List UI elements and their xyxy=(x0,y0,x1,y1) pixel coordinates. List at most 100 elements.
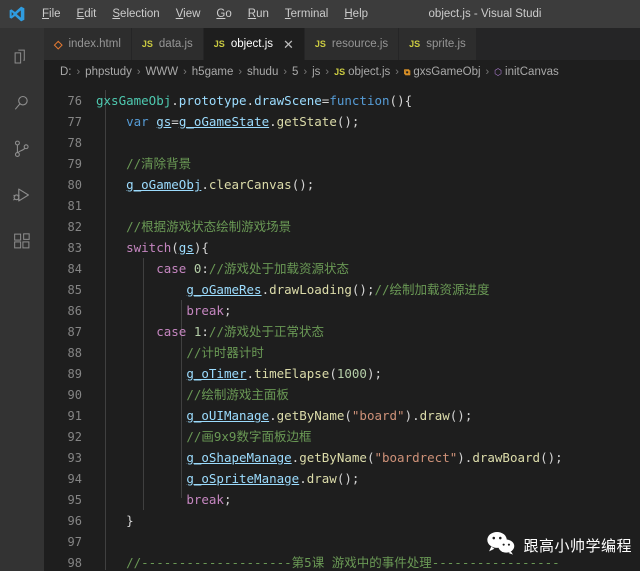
code-token: gs xyxy=(156,114,172,129)
code-line-content: case 0://游戏处于加载资源状态 xyxy=(96,261,349,276)
menu-terminal[interactable]: Terminal xyxy=(277,4,336,24)
tab-index-html[interactable]: ◇ index.html xyxy=(44,28,132,60)
tab-label: sprite.js xyxy=(426,38,466,50)
menu-go-rest: o xyxy=(225,8,232,20)
code-token: (); xyxy=(351,282,375,297)
vscode-logo-icon xyxy=(0,0,34,28)
breadcrumb-item-object-js[interactable]: JS object.js xyxy=(334,66,390,78)
run-debug-icon[interactable] xyxy=(0,172,44,218)
code-token: . xyxy=(299,471,307,486)
html-file-icon: ◇ xyxy=(54,38,63,51)
menu-selection[interactable]: Selection xyxy=(104,4,167,24)
breadcrumb-item-initcanvas[interactable]: ⬡ initCanvas xyxy=(494,66,559,78)
code-token: g_oTimer xyxy=(186,366,247,381)
line-number: 91 xyxy=(67,409,82,423)
activity-bar xyxy=(0,28,44,571)
code-token: : xyxy=(201,261,209,276)
code-line: 84 case 0://游戏处于加载资源状态 xyxy=(44,258,640,279)
line-number: 83 xyxy=(67,241,82,255)
menu-bar: File Edit Selection View Go Run Terminal… xyxy=(34,4,376,24)
breadcrumb-item-js[interactable]: js xyxy=(312,66,320,78)
breadcrumb-item-shudu[interactable]: shudu xyxy=(247,66,278,78)
breadcrumb-item-h5game[interactable]: h5game xyxy=(192,66,234,78)
code-line-content: g_oSpriteManage.draw(); xyxy=(96,471,359,486)
close-icon[interactable]: ✕ xyxy=(283,38,294,51)
code-line-content: break; xyxy=(96,303,231,318)
code-line: 89 g_oTimer.timeElapse(1000); xyxy=(44,363,640,384)
code-token: . xyxy=(246,366,255,381)
tab-object-js[interactable]: JS object.js ✕ xyxy=(203,28,305,60)
code-token: (); xyxy=(449,408,473,423)
breadcrumb-separator: › xyxy=(283,66,288,78)
code-token: g_oUIManage xyxy=(186,408,270,423)
menu-view[interactable]: View xyxy=(168,4,209,24)
code-token: . xyxy=(269,114,277,129)
code-line: 87 case 1://游戏处于正常状态 xyxy=(44,321,640,342)
code-token: (){ xyxy=(389,93,413,108)
menu-run[interactable]: Run xyxy=(240,4,277,24)
breadcrumb-label: gxsGameObj xyxy=(413,66,481,78)
code-line: 96 } xyxy=(44,510,640,531)
tab-bar: ◇ index.html JS data.js JS object.js ✕ J… xyxy=(44,28,640,60)
code-editor[interactable]: 76 gxsGameObj.prototype.drawScene=functio… xyxy=(44,84,640,571)
line-number: 82 xyxy=(67,220,82,234)
code-token: (); xyxy=(336,114,360,129)
menu-go[interactable]: Go xyxy=(208,4,239,24)
code-line-content: case 1://游戏处于正常状态 xyxy=(96,324,324,339)
js-file-icon: JS xyxy=(314,39,326,49)
code-token: drawBoard xyxy=(472,450,541,465)
tab-sprite-js[interactable]: JS sprite.js xyxy=(399,28,477,60)
tab-label: index.html xyxy=(68,38,121,50)
line-number: 78 xyxy=(67,136,82,150)
code-token: //--------------------第5课 游戏中的事件处理------… xyxy=(126,555,560,570)
code-token: switch xyxy=(126,240,172,255)
code-token: ; xyxy=(223,303,232,318)
code-token: . xyxy=(201,177,209,192)
tab-resource-js[interactable]: JS resource.js xyxy=(304,28,400,60)
line-number: 87 xyxy=(67,325,82,339)
tab-data-js[interactable]: JS data.js xyxy=(131,28,204,60)
title-bar: File Edit Selection View Go Run Terminal… xyxy=(0,0,640,28)
code-line: 98 //--------------------第5课 游戏中的事件处理---… xyxy=(44,552,640,571)
tab-label: object.js xyxy=(230,38,273,50)
menu-edit[interactable]: Edit xyxy=(69,4,105,24)
code-token: gxsGameObj xyxy=(96,93,172,108)
menu-file[interactable]: File xyxy=(34,4,69,24)
source-control-icon[interactable] xyxy=(0,126,44,172)
menu-edit-rest: dit xyxy=(84,8,97,20)
method-symbol-icon: ⬡ xyxy=(494,66,503,77)
code-line: 77 var gs=g_oGameState.getState(); xyxy=(44,111,640,132)
explorer-icon[interactable] xyxy=(0,34,44,80)
code-line: 80 g_oGameObj.clearCanvas(); xyxy=(44,174,640,195)
breadcrumb-item-phpstudy[interactable]: phpstudy xyxy=(85,66,132,78)
search-icon[interactable] xyxy=(0,80,44,126)
line-number: 89 xyxy=(67,367,82,381)
breadcrumb-separator: › xyxy=(395,66,399,78)
breadcrumb-item-www[interactable]: WWW xyxy=(146,66,179,78)
code-token: ). xyxy=(404,408,420,423)
line-number: 95 xyxy=(67,493,82,507)
code-token: //画9x9数字面板边框 xyxy=(186,429,312,444)
menu-help[interactable]: Help xyxy=(336,4,376,24)
breadcrumb-item-drive[interactable]: D: xyxy=(60,66,72,78)
code-line-content: g_oTimer.timeElapse(1000); xyxy=(96,366,382,381)
code-token: //绘制加载资源进度 xyxy=(374,282,490,297)
code-line-content: //--------------------第5课 游戏中的事件处理------… xyxy=(96,555,560,570)
code-token: drawScene xyxy=(254,93,322,108)
breadcrumb-item-5[interactable]: 5 xyxy=(292,66,298,78)
code-token: (); xyxy=(336,471,360,486)
code-token: draw xyxy=(306,471,337,486)
code-token: //计时器计时 xyxy=(186,345,264,360)
code-token: ). xyxy=(457,450,473,465)
breadcrumb-item-gxsgameobj[interactable]: ⧉ gxsGameObj xyxy=(404,66,481,78)
extensions-icon[interactable] xyxy=(0,218,44,264)
js-file-icon: JS xyxy=(213,39,225,49)
vscode-window: File Edit Selection View Go Run Terminal… xyxy=(0,0,640,571)
